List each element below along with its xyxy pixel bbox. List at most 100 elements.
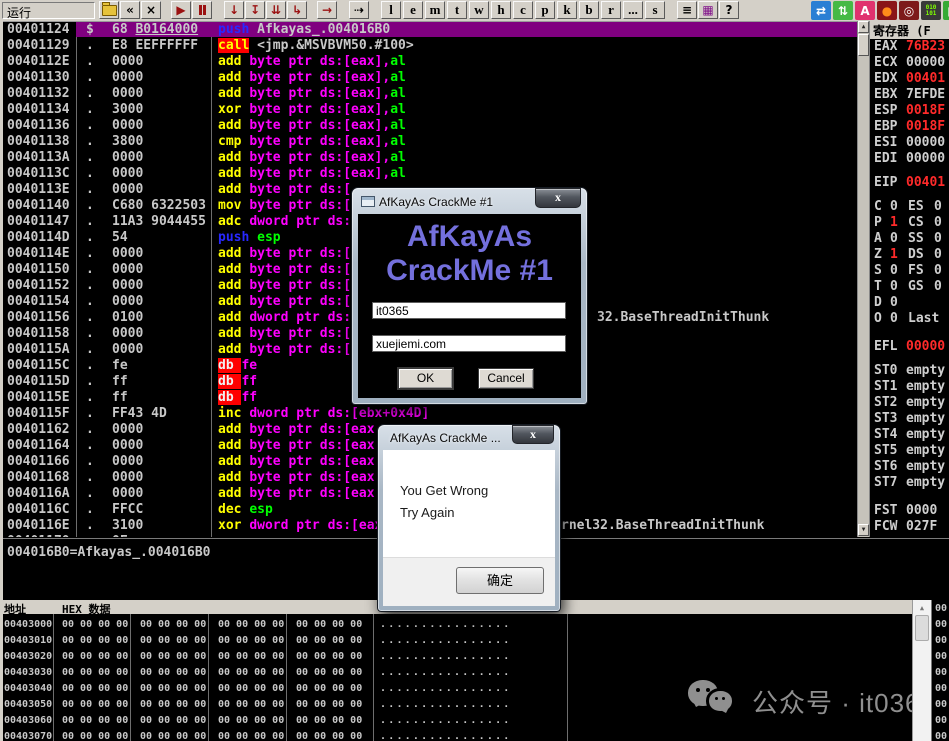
disassembly-scrollbar[interactable]: ▲ ▼ [857,21,869,537]
register-row[interactable]: FST0000 [870,502,949,518]
stack-row[interactable]: 00 [932,680,949,696]
register-row[interactable]: A0SS0 [870,230,949,246]
disasm-row[interactable]: 00401136.0000add byte ptr ds:[eax],al [0,117,857,133]
registers-pane[interactable]: 寄存器 (F EAX76B23ECX00000EDX00401EBX7EFDEE… [869,21,949,537]
register-row[interactable]: Z1DS0 [870,246,949,262]
scroll-up-icon[interactable]: ▲ [915,602,929,614]
register-row[interactable]: O0Last [870,310,949,326]
log-list-button[interactable]: ≡ [677,1,697,19]
close-program-button[interactable]: × [141,1,161,19]
register-row[interactable]: EAX76B23 [870,38,949,54]
disasm-row[interactable]: 0040113A.0000add byte ptr ds:[eax],al [0,149,857,165]
register-row[interactable]: ST6empty [870,458,949,474]
close-icon[interactable]: x [535,188,581,208]
plugin-swap-button[interactable]: ⇄ [811,1,831,20]
pause-button[interactable] [192,1,212,19]
plugin-window-button[interactable]: ▣ [943,1,949,20]
register-row[interactable]: EFL00000 [870,338,949,354]
disasm-row[interactable]: 00401129.E8 EEFFFFFFcall <jmp.&MSVBVM50.… [0,37,857,53]
dump-row[interactable]: 0040301000 00 00 0000 00 00 0000 00 00 0… [0,631,912,647]
stack-pane[interactable]: 000000000000000000 [931,600,949,741]
dump-row[interactable]: 0040307000 00 00 0000 00 00 0000 00 00 0… [0,727,912,741]
register-row[interactable]: EIP00401 [870,174,949,190]
scroll-down-icon[interactable]: ▼ [858,524,869,536]
go-to-address-button[interactable]: ⇢ [349,1,369,19]
scroll-up-icon[interactable]: ▲ [858,21,869,33]
view-breakpoints-button[interactable]: b [579,1,599,19]
register-row[interactable]: P1CS0 [870,214,949,230]
name-input[interactable] [372,302,566,319]
plugins-button[interactable]: ▦ [698,1,718,19]
view-threads-button[interactable]: t [447,1,467,19]
dump-row[interactable]: 0040300000 00 00 0000 00 00 0000 00 00 0… [0,615,912,631]
register-row[interactable]: FCW027F [870,518,949,534]
animate-into-button[interactable]: ⇊ [266,1,286,19]
disasm-row[interactable]: 00401132.0000add byte ptr ds:[eax],al [0,85,857,101]
disasm-row[interactable]: 00401124$68 B0164000push Afkayas_.004016… [0,21,857,37]
view-executables-button[interactable]: e [403,1,423,19]
dump-row[interactable]: 0040302000 00 00 0000 00 00 0000 00 00 0… [0,647,912,663]
register-row[interactable]: ST2empty [870,394,949,410]
help-button[interactable]: ? [719,1,739,19]
open-file-button[interactable] [99,1,119,19]
plugin-binary-button[interactable]: 010101 [921,1,941,20]
stack-row[interactable]: 00 [932,712,949,728]
stack-row[interactable]: 00 [932,632,949,648]
register-row[interactable]: D0 [870,294,949,310]
dump-scrollbar[interactable]: ▲ [912,600,931,741]
plugin-target-button[interactable]: ◎ [899,1,919,20]
register-row[interactable]: ST4empty [870,426,949,442]
confirm-button[interactable]: 确定 [456,567,544,594]
stack-row[interactable]: 00 [932,600,949,616]
register-row[interactable]: ESP0018F [870,102,949,118]
view-references-button[interactable]: r [601,1,621,19]
execute-till-return-button[interactable]: → [317,1,337,19]
stack-row[interactable]: 00 [932,696,949,712]
register-row[interactable]: ST0empty [870,362,949,378]
view-patches-button[interactable]: p [535,1,555,19]
register-row[interactable]: ST1empty [870,378,949,394]
view-source-button[interactable]: s [645,1,665,19]
register-row[interactable]: S0FS0 [870,262,949,278]
ok-button[interactable]: OK [398,368,453,389]
disasm-row[interactable]: 00401134.3000xor byte ptr ds:[eax],al [0,101,857,117]
stack-row[interactable]: 00 [932,648,949,664]
register-row[interactable]: T0GS0 [870,278,949,294]
plugin-record-button[interactable]: ● [877,1,897,20]
register-row[interactable]: EBX7EFDE [870,86,949,102]
view-log-button[interactable]: l [381,1,401,19]
view-runtrace-button[interactable]: ... [623,1,643,19]
disasm-row[interactable]: 00401130.0000add byte ptr ds:[eax],al [0,69,857,85]
plugin-updown-button[interactable]: ⇅ [833,1,853,20]
view-handles-button[interactable]: h [491,1,511,19]
close-icon[interactable]: x [512,425,554,444]
cancel-button[interactable]: Cancel [478,368,534,389]
stack-row[interactable]: 00 [932,664,949,680]
step-into-button[interactable]: ↓ [224,1,244,19]
register-row[interactable]: EDX00401 [870,70,949,86]
restart-button[interactable]: « [120,1,140,19]
register-row[interactable]: C0ES0 [870,198,949,214]
disasm-row[interactable]: 00401138.3800cmp byte ptr ds:[eax],al [0,133,857,149]
disasm-row[interactable]: 0040115F.FF43 4Dinc dword ptr ds:[ebx+0x… [0,405,857,421]
stack-row[interactable]: 00 [932,728,949,741]
view-windows-button[interactable]: w [469,1,489,19]
scrollbar-thumb[interactable] [915,615,929,641]
serial-input[interactable] [372,335,566,352]
stack-row[interactable]: 00 [932,616,949,632]
run-button[interactable]: ▶ [171,1,191,19]
disasm-row[interactable]: 0040112E.0000add byte ptr ds:[eax],al [0,53,857,69]
register-row[interactable]: EDI00000 [870,150,949,166]
register-row[interactable]: ST5empty [870,442,949,458]
register-row[interactable]: ECX00000 [870,54,949,70]
step-over-button[interactable]: ↧ [245,1,265,19]
view-callstack-button[interactable]: k [557,1,577,19]
scrollbar-thumb[interactable] [858,34,869,56]
dump-row[interactable]: 0040303000 00 00 0000 00 00 0000 00 00 0… [0,663,912,679]
register-row[interactable]: EBP0018F [870,118,949,134]
disasm-row[interactable]: 0040113C.0000add byte ptr ds:[eax],al [0,165,857,181]
view-memory-button[interactable]: m [425,1,445,19]
plugin-assembler-button[interactable]: A [855,1,875,20]
animate-over-button[interactable]: ↳ [287,1,307,19]
view-cpu-button[interactable]: c [513,1,533,19]
